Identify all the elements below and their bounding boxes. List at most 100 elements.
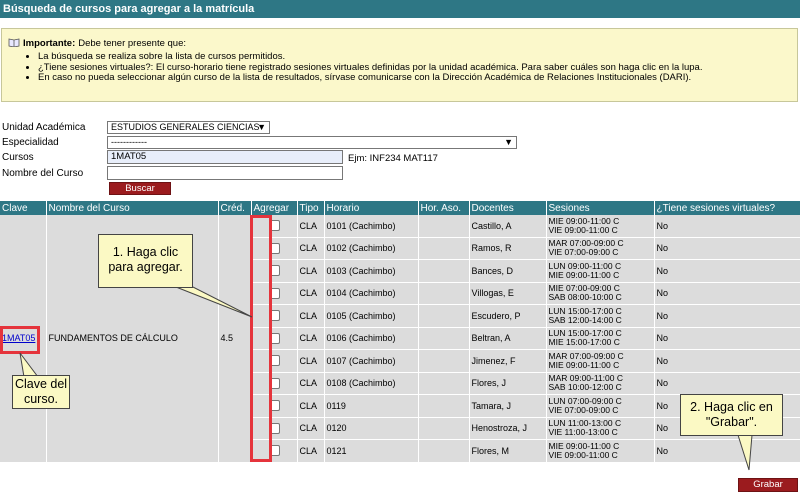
sesiones-cell: LUN 15:00-17:00 C MIE 15:00-17:00 C: [546, 327, 655, 350]
important-notice: Importante: Debe tener presente que: La …: [1, 28, 798, 102]
hor-aso-cell: [418, 349, 470, 373]
sesiones-cell: MAR 07:00-09:00 C VIE 07:00-09:00 C: [546, 237, 655, 260]
notice-intro: Debe tener presente que:: [78, 38, 186, 49]
hor-aso-cell: [418, 439, 470, 463]
tipo-cell: CLA: [297, 394, 325, 418]
hor-aso-cell: [418, 327, 470, 350]
hor-aso-cell: [418, 304, 470, 328]
notice-item: La búsqueda se realiza sobre la lista de…: [38, 51, 798, 63]
sesion-2: VIE 09:00-11:00 C: [548, 449, 618, 460]
col-header-horario: Horario: [324, 201, 419, 215]
horario-cell: 0103 (Cachimbo): [324, 259, 419, 283]
sesiones-cell: MIE 07:00-09:00 C SAB 08:00-10:00 C: [546, 282, 655, 305]
col-header-creditos: Créd.: [218, 201, 252, 215]
horario-cell: 0105 (Cachimbo): [324, 304, 419, 328]
sesiones-cell: LUN 11:00-13:00 C VIE 11:00-13:00 C: [546, 417, 655, 440]
virtual-cell: No: [654, 237, 800, 260]
sesiones-cell: MIE 09:00-11:00 C VIE 09:00-11:00 C: [546, 215, 655, 238]
col-header-agregar: Agregar: [251, 201, 298, 215]
hor-aso-cell: [418, 259, 470, 283]
sesiones-cell: LUN 07:00-09:00 C VIE 07:00-09:00 C: [546, 394, 655, 418]
notice-item: En caso no pueda seleccionar algún curso…: [38, 72, 798, 84]
docente-cell: Flores, M: [469, 439, 547, 463]
unidad-select-value: ESTUDIOS GENERALES CIENCIAS: [111, 122, 260, 132]
sesiones-cell: MIE 09:00-11:00 C VIE 09:00-11:00 C: [546, 439, 655, 463]
docente-cell: Henostroza, J: [469, 417, 547, 440]
especialidad-select-value: ------------: [111, 137, 147, 147]
sesion-2: MIE 15:00-17:00 C: [548, 337, 620, 348]
tipo-cell: CLA: [297, 417, 325, 440]
virtual-cell: No: [654, 304, 800, 328]
virtual-cell: No: [654, 349, 800, 373]
docente-cell: Beltran, A: [469, 327, 547, 350]
sesiones-cell: MAR 07:00-09:00 C MIE 09:00-11:00 C: [546, 349, 655, 373]
virtual-cell: No: [654, 215, 800, 238]
hor-aso-cell: [418, 372, 470, 395]
horario-cell: 0119: [324, 394, 419, 418]
sesiones-cell: LUN 09:00-11:00 C MIE 09:00-11:00 C: [546, 259, 655, 283]
virtual-cell: No: [654, 282, 800, 305]
tipo-cell: CLA: [297, 439, 325, 463]
col-header-virtuales: ¿Tiene sesiones virtuales?: [654, 201, 800, 215]
notice-heading-label: Importante:: [23, 38, 76, 49]
col-header-clave: Clave: [0, 201, 47, 215]
unidad-select[interactable]: ESTUDIOS GENERALES CIENCIAS ▼: [107, 121, 270, 134]
tipo-cell: CLA: [297, 215, 325, 238]
horario-cell: 0120: [324, 417, 419, 440]
horario-cell: 0108 (Cachimbo): [324, 372, 419, 395]
agregar-column-highlight: [250, 215, 272, 462]
table-header-row: Clave Nombre del Curso Créd. Agregar Tip…: [0, 201, 800, 215]
horario-cell: 0104 (Cachimbo): [324, 282, 419, 305]
chevron-down-icon: ▼: [257, 122, 266, 132]
sesion-2: VIE 07:00-09:00 C: [548, 247, 619, 258]
grabar-button[interactable]: Grabar: [738, 478, 798, 492]
horario-cell: 0106 (Cachimbo): [324, 327, 419, 350]
notice-list: La búsqueda se realiza sobre la lista de…: [24, 51, 798, 84]
callout-grabar: 2. Haga clic en "Grabar".: [680, 394, 783, 436]
sesiones-cell: MAR 09:00-11:00 C SAB 10:00-12:00 C: [546, 372, 655, 395]
course-key-highlight: [0, 326, 40, 354]
docente-cell: Tamara, J: [469, 394, 547, 418]
sesion-2: MIE 09:00-11:00 C: [548, 269, 620, 280]
horario-cell: 0121: [324, 439, 419, 463]
sesion-2: MIE 09:00-11:00 C: [548, 359, 620, 370]
especialidad-select[interactable]: ------------ ▼: [107, 136, 517, 149]
tipo-cell: CLA: [297, 282, 325, 305]
especialidad-label: Especialidad: [2, 137, 59, 148]
col-header-hor-aso: Hor. Aso.: [418, 201, 470, 215]
buscar-button[interactable]: Buscar: [109, 182, 171, 195]
tipo-cell: CLA: [297, 259, 325, 283]
sesion-2: SAB 10:00-12:00 C: [548, 382, 622, 393]
tipo-cell: CLA: [297, 304, 325, 328]
cursos-hint: Ejm: INF234 MAT117: [348, 153, 438, 164]
horario-cell: 0102 (Cachimbo): [324, 237, 419, 260]
notice-heading: Importante: Debe tener presente que:: [8, 37, 186, 50]
chevron-down-icon: ▼: [504, 137, 513, 147]
col-header-docentes: Docentes: [469, 201, 547, 215]
unidad-label: Unidad Académica: [2, 122, 86, 133]
callout-clave: Clave del curso.: [12, 375, 70, 409]
hor-aso-cell: [418, 237, 470, 260]
col-header-sesiones: Sesiones: [546, 201, 655, 215]
cursos-label: Cursos: [2, 152, 34, 163]
callout-agregar: 1. Haga clic para agregar.: [98, 234, 193, 288]
hor-aso-cell: [418, 417, 470, 440]
credits-cell: 4.5: [218, 215, 252, 463]
docente-cell: Castillo, A: [469, 215, 547, 238]
docente-cell: Villogas, E: [469, 282, 547, 305]
docente-cell: Bances, D: [469, 259, 547, 283]
horario-cell: 0101 (Cachimbo): [324, 215, 419, 238]
virtual-cell: No: [654, 372, 800, 395]
virtual-cell: No: [654, 259, 800, 283]
page-title: Búsqueda de cursos para agregar a la mat…: [0, 0, 800, 18]
cursos-input[interactable]: 1MAT05: [107, 150, 343, 164]
nombre-curso-input[interactable]: [107, 166, 343, 180]
tipo-cell: CLA: [297, 372, 325, 395]
col-header-nombre: Nombre del Curso: [46, 201, 219, 215]
nombre-curso-label: Nombre del Curso: [2, 168, 84, 179]
hor-aso-cell: [418, 394, 470, 418]
docente-cell: Ramos, R: [469, 237, 547, 260]
virtual-cell: No: [654, 327, 800, 350]
tipo-cell: CLA: [297, 327, 325, 350]
docente-cell: Flores, J: [469, 372, 547, 395]
